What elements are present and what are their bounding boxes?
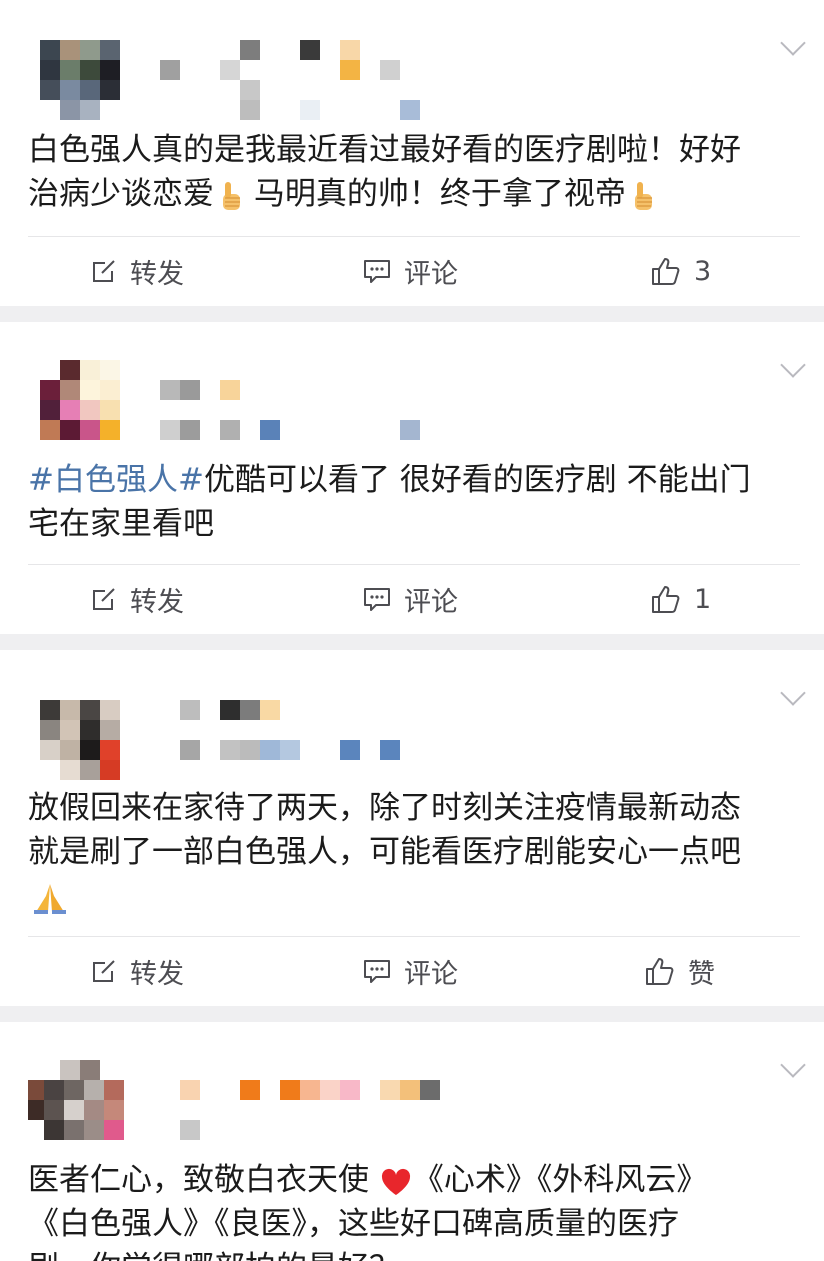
comment-icon	[364, 588, 390, 611]
username[interactable]	[160, 40, 440, 120]
post-content: 医者仁心，致敬白衣天使 《心术》《外科风云》 《白色强人》《良医》，这些好口碑高…	[28, 1162, 708, 1261]
post-content: #白色强人#优酷可以看了 很好看的医疗剧 不能出门 宅在家里看吧	[28, 462, 751, 542]
thumbs-up-icon	[652, 258, 680, 285]
heart-emoji	[381, 1168, 410, 1195]
chevron-down-icon[interactable]	[780, 680, 806, 706]
repost-button[interactable]: 转发	[90, 564, 184, 634]
like-count: 1	[694, 583, 712, 615]
comment-button[interactable]: 评论	[362, 236, 458, 306]
action-bar: 转发 评论 1	[0, 564, 824, 634]
comment-label: 评论	[404, 258, 458, 290]
repost-label: 转发	[130, 958, 184, 990]
username[interactable]	[180, 1080, 460, 1140]
action-bar: 转发 评论 赞	[0, 936, 824, 1006]
repost-icon	[93, 588, 115, 610]
thumbs-up-icon	[652, 586, 680, 613]
comment-button[interactable]: 评论	[362, 936, 458, 1006]
repost-label: 转发	[130, 586, 184, 618]
topic-tag-link[interactable]: #白色强人#	[28, 462, 204, 498]
comment-button[interactable]: 评论	[362, 564, 458, 634]
post-content: 白色强人真的是我最近看过最好看的医疗剧啦！好好 治病少谈恋爱 马明真的帅！终于拿…	[28, 132, 741, 212]
like-button[interactable]: 3	[650, 236, 711, 306]
repost-icon	[93, 960, 115, 982]
thumbs-up-emoji	[634, 181, 652, 210]
repost-icon	[93, 260, 115, 282]
post-content: 放假回来在家待了两天，除了时刻关注疫情最新动态 就是刷了一部白色强人，可能看医疗…	[28, 786, 784, 918]
like-button[interactable]: 赞	[644, 936, 715, 1006]
username[interactable]	[160, 380, 430, 440]
post-card: 医者仁心，致敬白衣天使 《心术》《外科风云》 《白色强人》《良医》，这些好口碑高…	[0, 1022, 824, 1261]
comment-label: 评论	[404, 586, 458, 618]
username[interactable]	[180, 700, 420, 760]
post-card: 放假回来在家待了两天，除了时刻关注疫情最新动态 就是刷了一部白色强人，可能看医疗…	[0, 650, 824, 1006]
comment-label: 评论	[404, 958, 458, 990]
post-card: 白色强人真的是我最近看过最好看的医疗剧啦！好好 治病少谈恋爱 马明真的帅！终于拿…	[0, 0, 824, 306]
comment-icon	[364, 960, 390, 983]
avatar[interactable]	[40, 360, 120, 440]
like-label: 赞	[688, 958, 715, 990]
avatar[interactable]	[40, 40, 120, 120]
like-count: 3	[694, 255, 712, 287]
chevron-down-icon[interactable]	[780, 352, 806, 378]
chevron-down-icon[interactable]	[780, 1052, 806, 1078]
repost-button[interactable]: 转发	[90, 236, 184, 306]
chevron-down-icon[interactable]	[780, 30, 806, 56]
repost-label: 转发	[130, 258, 184, 290]
like-button[interactable]: 1	[650, 564, 711, 634]
avatar[interactable]	[40, 700, 120, 780]
thumbs-up-icon	[646, 958, 674, 985]
avatar[interactable]	[28, 1060, 124, 1140]
action-bar: 转发 评论 3	[0, 236, 824, 306]
repost-button[interactable]: 转发	[90, 936, 184, 1006]
pray-emoji	[34, 883, 66, 914]
thumbs-up-emoji	[223, 181, 240, 210]
comment-icon	[364, 260, 390, 283]
post-card: #白色强人#优酷可以看了 很好看的医疗剧 不能出门 宅在家里看吧 转发 评论 1	[0, 322, 824, 634]
